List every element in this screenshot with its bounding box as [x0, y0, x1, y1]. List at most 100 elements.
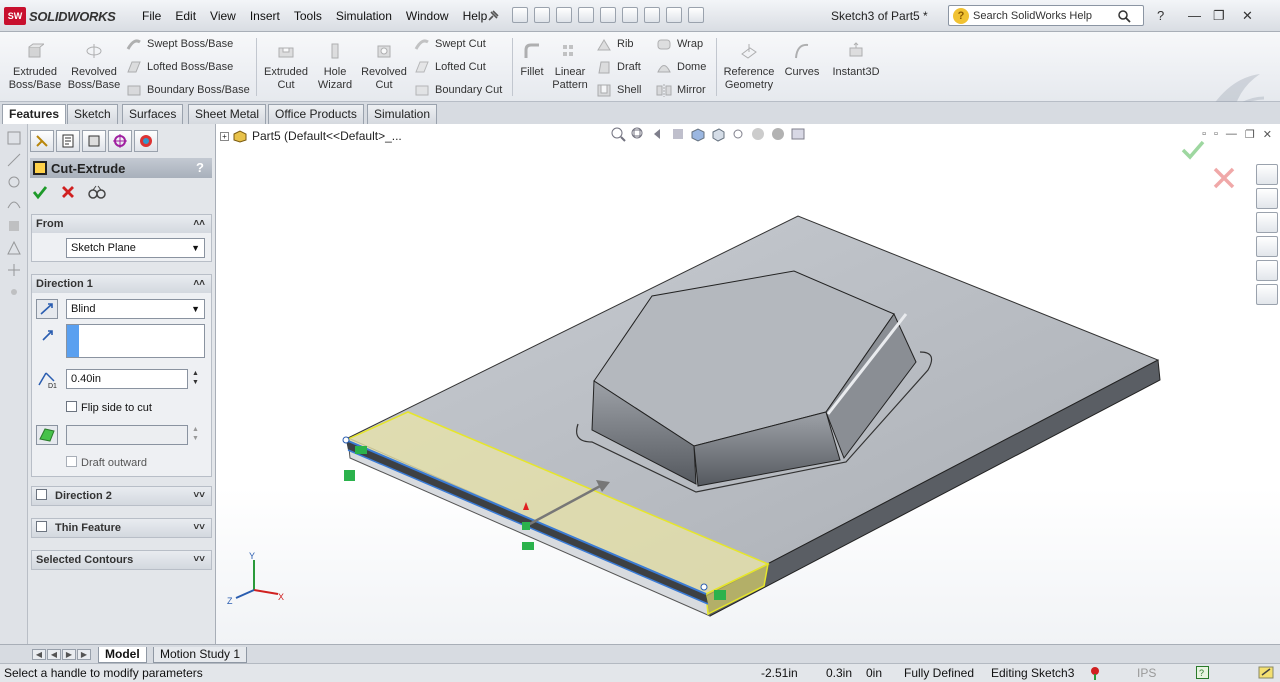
configuration-manager-tab-icon[interactable] — [82, 130, 106, 152]
rebuild-icon[interactable] — [644, 7, 660, 23]
lofted-boss-button[interactable]: Lofted Boss/Base — [126, 59, 233, 75]
help-icon[interactable]: ? — [1157, 8, 1164, 23]
edit-note-icon[interactable] — [1258, 665, 1274, 680]
quick-tips-icon[interactable]: ? — [1196, 666, 1209, 679]
swept-boss-button[interactable]: Swept Boss/Base — [126, 36, 233, 52]
menu-window[interactable]: Window — [406, 9, 449, 23]
end-condition-select[interactable]: Blind ▼ — [66, 299, 205, 319]
detailed-preview-icon[interactable] — [88, 184, 106, 200]
first-tab-icon[interactable]: ◀ — [32, 649, 46, 660]
cancel-icon[interactable] — [60, 184, 76, 200]
thin-feature-header[interactable]: Thin Feature ˅˅ — [32, 519, 211, 537]
help-icon[interactable]: ? — [196, 160, 204, 175]
tab-sheet-metal[interactable]: Sheet Metal — [188, 104, 267, 124]
thin-feature-checkbox[interactable] — [36, 521, 47, 532]
ok-icon[interactable] — [32, 184, 48, 200]
selected-contours-header[interactable]: Selected Contours ˅˅ — [32, 551, 211, 569]
curves-button[interactable]: Curves — [782, 42, 822, 79]
swept-cut-button[interactable]: Swept Cut — [414, 36, 486, 52]
lofted-cut-button[interactable]: Lofted Cut — [414, 59, 486, 75]
pin-icon[interactable] — [486, 9, 500, 23]
hole-wizard-button[interactable]: Hole Wizard — [314, 42, 356, 92]
sketch-tool-icon[interactable] — [6, 152, 22, 168]
solidworks-logo[interactable]: SW SOLIDWORKS — [4, 7, 116, 25]
last-tab-icon[interactable]: ▶ — [77, 649, 91, 660]
sketch-tool-icon[interactable] — [6, 196, 22, 212]
status-bar: Select a handle to modify parameters -2.… — [0, 663, 1280, 682]
search-icon[interactable] — [1117, 9, 1131, 23]
reference-geometry-button[interactable]: Reference Geometry — [720, 42, 778, 92]
extruded-cut-button[interactable]: Extruded Cut — [260, 42, 312, 92]
from-select[interactable]: Sketch Plane ▼ — [66, 238, 205, 258]
display-manager-tab-icon[interactable] — [134, 130, 158, 152]
from-header[interactable]: From ˄˄ — [32, 215, 211, 233]
flip-side-checkbox[interactable]: Flip side to cut — [66, 401, 152, 414]
sketch-tool-icon[interactable] — [6, 240, 22, 256]
restore-icon[interactable]: ❐ — [1213, 8, 1225, 24]
search-input[interactable]: ? Search SolidWorks Help — [948, 5, 1144, 26]
tab-motion-study[interactable]: Motion Study 1 — [153, 647, 248, 663]
print-icon[interactable] — [578, 7, 594, 23]
tab-surfaces[interactable]: Surfaces — [122, 104, 184, 124]
hole-wizard-label1: Hole — [323, 66, 347, 78]
next-tab-icon[interactable]: ▶ — [62, 649, 76, 660]
open-icon[interactable] — [534, 7, 550, 23]
sketch-tool-icon[interactable] — [6, 284, 22, 300]
menu-tools[interactable]: Tools — [294, 9, 322, 23]
status-units[interactable]: IPS — [1137, 666, 1156, 680]
feature-manager-tab-icon[interactable] — [30, 130, 54, 152]
close-icon[interactable]: ✕ — [1242, 8, 1253, 24]
direction2-header[interactable]: Direction 2 ˅˅ — [32, 487, 211, 505]
tab-simulation[interactable]: Simulation — [367, 104, 438, 124]
draft-on-off-icon[interactable] — [36, 425, 58, 445]
sketch-tool-icon[interactable] — [6, 262, 22, 278]
tab-office-products[interactable]: Office Products — [268, 104, 364, 124]
menu-file[interactable]: File — [142, 9, 161, 23]
save-icon[interactable] — [556, 7, 572, 23]
tab-scroll-buttons[interactable]: ◀ ◀ ▶ ▶ — [32, 649, 91, 660]
dimxpert-tab-icon[interactable] — [108, 130, 132, 152]
shell-button[interactable]: Shell — [596, 82, 641, 98]
instant3d-button[interactable]: Instant3D — [828, 42, 884, 79]
file-properties-icon[interactable] — [666, 7, 682, 23]
sketch-tool-icon[interactable] — [6, 218, 22, 234]
revolved-cut-button[interactable]: Revolved Cut — [358, 42, 410, 92]
draft-button[interactable]: Draft — [596, 59, 641, 75]
direction-vector-field[interactable] — [66, 324, 205, 358]
direction1-header-label: Direction 1 — [36, 278, 93, 290]
revolved-boss-button[interactable]: Revolved Boss/Base — [66, 42, 122, 92]
boundary-cut-button[interactable]: Boundary Cut — [414, 82, 502, 98]
wrap-button[interactable]: Wrap — [656, 36, 703, 52]
minimize-icon[interactable]: — — [1188, 8, 1201, 23]
rib-button[interactable]: Rib — [596, 36, 634, 52]
graphics-area[interactable]: + Part5 (Default<<Default>_... ▫ ▫ — ❐ ✕ — [216, 124, 1280, 644]
dome-button[interactable]: Dome — [656, 59, 706, 75]
depth-spinner[interactable]: ▲ ▼ — [192, 369, 199, 387]
sketch-tool-icon[interactable] — [6, 174, 22, 190]
extruded-boss-button[interactable]: Extruded Boss/Base — [8, 42, 62, 92]
mirror-button[interactable]: Mirror — [656, 82, 706, 98]
fillet-button[interactable]: Fillet — [516, 42, 548, 79]
rebuild-status-icon[interactable] — [1089, 666, 1101, 680]
options-icon[interactable] — [688, 7, 704, 23]
menu-edit[interactable]: Edit — [175, 9, 196, 23]
menu-help[interactable]: Help — [463, 9, 488, 23]
boundary-boss-button[interactable]: Boundary Boss/Base — [126, 82, 250, 98]
sketch-tool-icon[interactable] — [6, 130, 22, 146]
depth-input[interactable]: 0.40in — [66, 369, 188, 389]
new-icon[interactable] — [512, 7, 528, 23]
reverse-direction-icon[interactable] — [36, 299, 58, 319]
tab-sketch[interactable]: Sketch — [67, 104, 118, 124]
menu-simulation[interactable]: Simulation — [336, 9, 392, 23]
select-icon[interactable] — [622, 7, 638, 23]
tab-features[interactable]: Features — [2, 104, 67, 125]
undo-icon[interactable] — [600, 7, 616, 23]
menu-insert[interactable]: Insert — [250, 9, 280, 23]
linear-pattern-button[interactable]: Linear Pattern — [550, 42, 590, 92]
property-manager-tab-icon[interactable] — [56, 130, 80, 152]
menu-view[interactable]: View — [210, 9, 236, 23]
tab-model[interactable]: Model — [98, 647, 147, 663]
direction2-checkbox[interactable] — [36, 489, 47, 500]
prev-tab-icon[interactable]: ◀ — [47, 649, 61, 660]
direction1-header[interactable]: Direction 1 ˄˄ — [32, 275, 211, 293]
